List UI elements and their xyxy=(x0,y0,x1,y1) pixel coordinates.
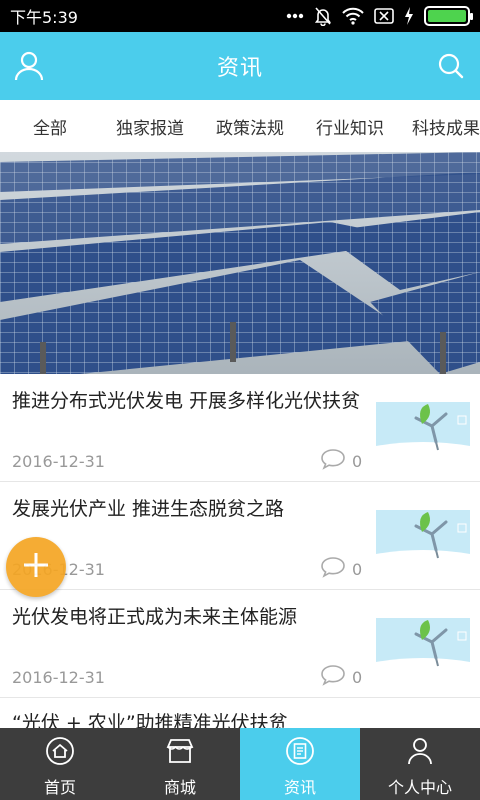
windmill-thumbnail-image xyxy=(376,402,470,454)
article-date: 2016-12-31 xyxy=(12,452,105,471)
comment-icon xyxy=(320,664,346,690)
comment-count-value: 0 xyxy=(352,451,363,471)
article-title: “光伏 + 农业”助推精准光伏扶贫 xyxy=(12,712,288,728)
nav-profile[interactable]: 个人中心 xyxy=(360,728,480,800)
comment-count: 0 xyxy=(320,556,362,582)
comment-icon xyxy=(320,448,346,474)
home-icon xyxy=(45,736,75,770)
nav-store[interactable]: 商城 xyxy=(120,728,240,800)
windmill-thumbnail-image xyxy=(376,510,470,562)
page-title: 资讯 xyxy=(216,56,263,81)
status-bar: 下午5:39 xyxy=(0,0,480,32)
nav-store-label: 商城 xyxy=(163,778,196,797)
charging-icon xyxy=(404,7,414,25)
wifi-icon xyxy=(342,7,364,25)
nav-home-label: 首页 xyxy=(43,778,76,797)
user-icon xyxy=(12,51,46,87)
comment-count: 0 xyxy=(320,664,362,690)
tab-industry[interactable]: 行业知识 xyxy=(300,114,400,139)
article-thumbnail xyxy=(376,510,470,562)
search-button[interactable] xyxy=(434,49,468,83)
solar-panels-image xyxy=(0,152,480,374)
store-icon xyxy=(165,736,195,770)
article-item[interactable]: “光伏 + 农业”助推精准光伏扶贫 xyxy=(0,698,480,728)
app-header: 资讯 xyxy=(0,32,480,100)
mute-bell-icon xyxy=(314,6,332,26)
article-thumbnail xyxy=(376,402,470,454)
nav-home[interactable]: 首页 xyxy=(0,728,120,800)
article-date: 2016-12-31 xyxy=(12,668,105,687)
comment-count-value: 0 xyxy=(352,667,363,687)
nav-profile-label: 个人中心 xyxy=(387,778,452,797)
news-icon xyxy=(285,736,315,770)
category-tabs: 全部 独家报道 政策法规 行业知识 科技成果 xyxy=(0,100,480,152)
article-thumbnail xyxy=(376,618,470,670)
comment-count: 0 xyxy=(320,448,362,474)
windmill-thumbnail-image xyxy=(376,618,470,670)
tab-all[interactable]: 全部 xyxy=(0,114,100,139)
status-time: 下午5:39 xyxy=(10,8,78,27)
person-icon xyxy=(405,736,435,770)
user-profile-button[interactable] xyxy=(12,49,46,83)
comment-count-value: 0 xyxy=(352,559,363,579)
no-sim-icon xyxy=(374,8,394,24)
tab-policy[interactable]: 政策法规 xyxy=(200,114,300,139)
article-item[interactable]: 推进分布式光伏发电 开展多样化光伏扶贫 2016-12-31 0 xyxy=(0,374,480,482)
article-list: 推进分布式光伏发电 开展多样化光伏扶贫 2016-12-31 0 发展光伏产业 … xyxy=(0,374,480,728)
nav-news-label: 资讯 xyxy=(283,778,316,797)
article-item[interactable]: 发展光伏产业 推进生态脱贫之路 2016-12-31 0 xyxy=(0,482,480,590)
comment-icon xyxy=(320,556,346,582)
bottom-navigation: 首页 商城 资讯 个人中心 xyxy=(0,728,480,800)
nav-news[interactable]: 资讯 xyxy=(240,728,360,800)
tab-technology[interactable]: 科技成果 xyxy=(400,114,480,139)
more-dots-icon xyxy=(286,13,304,19)
status-icons xyxy=(286,6,473,26)
search-icon xyxy=(434,53,468,87)
plus-icon xyxy=(21,550,51,584)
tab-exclusive[interactable]: 独家报道 xyxy=(100,114,200,139)
article-title: 发展光伏产业 推进生态脱贫之路 xyxy=(12,498,285,520)
article-item[interactable]: 光伏发电将正式成为未来主体能源 2016-12-31 0 xyxy=(0,590,480,698)
add-button[interactable] xyxy=(6,537,66,597)
article-title: 光伏发电将正式成为未来主体能源 xyxy=(12,606,298,628)
battery-icon xyxy=(424,6,473,26)
article-title: 推进分布式光伏发电 开展多样化光伏扶贫 xyxy=(12,390,361,412)
banner-image[interactable] xyxy=(0,152,480,374)
